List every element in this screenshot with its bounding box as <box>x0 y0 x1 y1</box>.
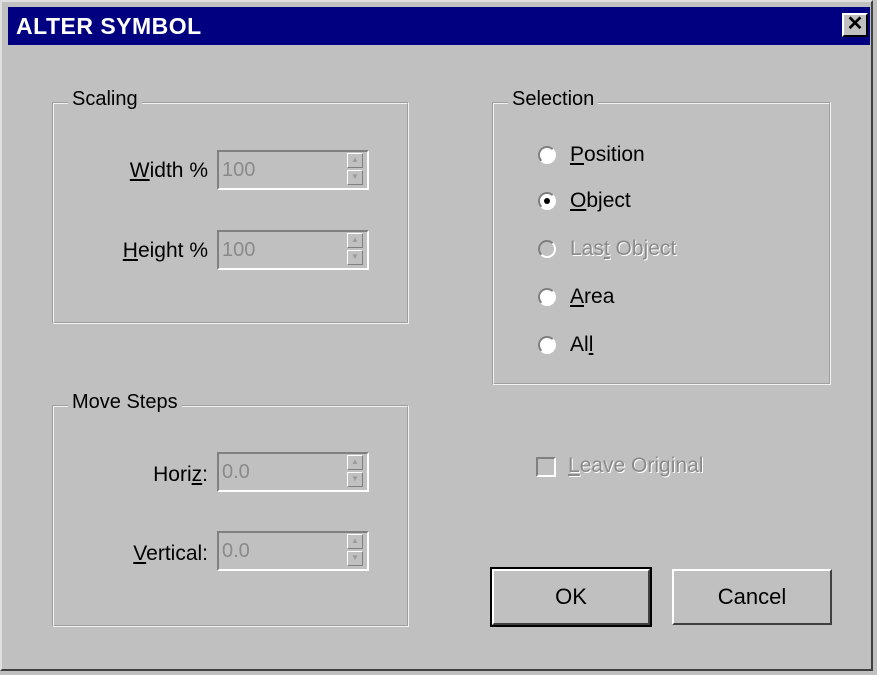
height-spinner[interactable]: 100 ▲ ▼ <box>217 230 369 270</box>
close-button[interactable]: ✕ <box>842 13 868 37</box>
height-value: 100 <box>222 239 256 261</box>
radio-position-indicator <box>538 146 556 164</box>
move-steps-legend: Move Steps <box>68 391 182 414</box>
ok-button[interactable]: OK <box>490 567 652 627</box>
horiz-down-arrow-icon[interactable]: ▼ <box>347 472 363 487</box>
scaling-legend: Scaling <box>68 88 142 111</box>
move-steps-group: Move Steps <box>52 391 409 627</box>
leave-original-box <box>536 457 556 477</box>
width-down-arrow-icon[interactable]: ▼ <box>347 170 363 185</box>
close-icon: ✕ <box>846 13 864 35</box>
height-down-arrow-icon[interactable]: ▼ <box>347 250 363 265</box>
height-label: Height % <box>122 239 208 262</box>
height-up-arrow-icon[interactable]: ▲ <box>347 233 363 248</box>
radio-all-indicator <box>538 336 556 354</box>
vertical-label: Vertical: <box>133 542 208 565</box>
horiz-spinner[interactable]: 0.0 ▲ ▼ <box>217 452 369 492</box>
horiz-up-arrow-icon[interactable]: ▲ <box>347 455 363 470</box>
title-bar: ALTER SYMBOL ✕ <box>8 7 870 45</box>
vertical-up-arrow-icon[interactable]: ▲ <box>347 534 363 549</box>
width-value: 100 <box>222 159 256 181</box>
vertical-value: 0.0 <box>222 540 250 562</box>
width-spinner[interactable]: 100 ▲ ▼ <box>217 150 369 190</box>
vertical-down-arrow-icon[interactable]: ▼ <box>347 551 363 566</box>
radio-last-object-indicator <box>538 240 556 258</box>
cancel-button[interactable]: Cancel <box>672 569 832 625</box>
scaling-group: Scaling <box>52 88 409 324</box>
width-up-arrow-icon[interactable]: ▲ <box>347 153 363 168</box>
radio-object-indicator <box>538 192 556 210</box>
horiz-value: 0.0 <box>222 461 250 483</box>
selection-legend: Selection <box>508 88 599 111</box>
window-title: ALTER SYMBOL <box>16 13 202 39</box>
radio-area-indicator <box>538 288 556 306</box>
width-label: Width % <box>129 159 208 182</box>
horiz-label: Horiz: <box>153 463 208 486</box>
vertical-spinner[interactable]: 0.0 ▲ ▼ <box>217 531 369 571</box>
